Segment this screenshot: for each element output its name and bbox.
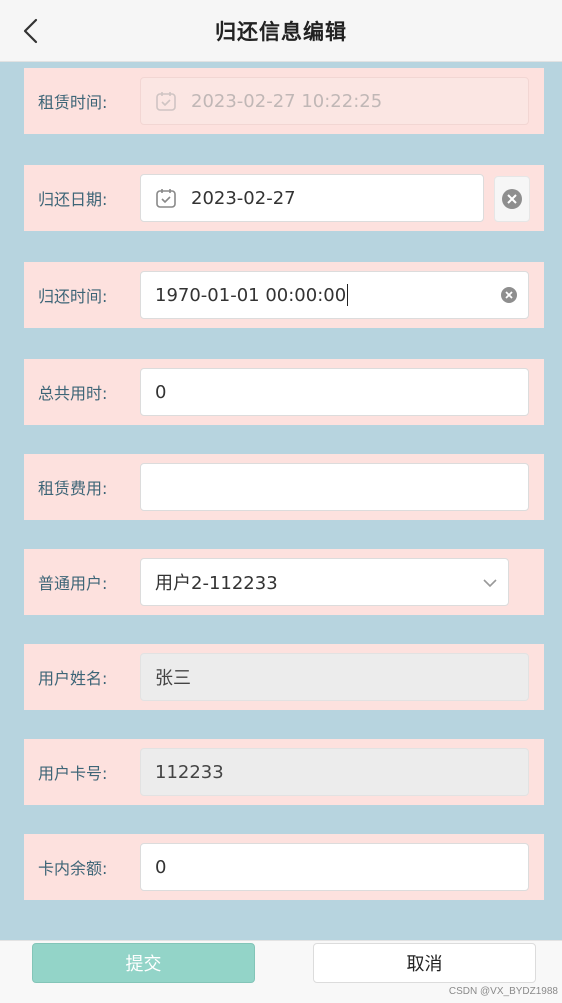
return-time-row: 归还时间: 1970-01-01 00:00:00 <box>24 262 544 328</box>
return-edit-form: 租赁时间: 2023-02-27 10:22:25 归还日期: 2023-02-… <box>0 62 562 940</box>
chevron-down-icon <box>483 579 497 588</box>
user-select-value: 用户2-112233 <box>155 573 278 594</box>
card-no-field: 112233 <box>140 748 529 796</box>
clear-date-button[interactable] <box>494 176 530 222</box>
rent-fee-label: 租赁费用: <box>38 479 108 498</box>
return-date-picker[interactable]: 2023-02-27 <box>140 174 484 222</box>
card-no-label: 用户卡号: <box>38 764 108 783</box>
total-time-row: 总共用时: 0 <box>24 359 544 425</box>
return-time-input[interactable]: 1970-01-01 00:00:00 <box>140 271 529 319</box>
back-button[interactable] <box>16 14 44 48</box>
total-time-input[interactable]: 0 <box>140 368 529 416</box>
total-time-label: 总共用时: <box>38 384 108 403</box>
rent-fee-row: 租赁费用: <box>24 454 544 520</box>
watermark: CSDN @VX_BYDZ1988 <box>448 986 558 997</box>
return-date-label: 归还日期: <box>38 190 108 209</box>
user-select[interactable]: 用户2-112233 <box>140 558 509 606</box>
user-label: 普通用户: <box>38 574 108 593</box>
rent-time-row: 租赁时间: 2023-02-27 10:22:25 <box>24 68 544 134</box>
calendar-icon <box>155 187 177 209</box>
clear-icon <box>502 189 522 209</box>
return-date-row: 归还日期: 2023-02-27 <box>24 165 544 231</box>
cancel-button[interactable]: 取消 <box>313 943 536 983</box>
user-name-row: 用户姓名: 张三 <box>24 644 544 710</box>
rent-time-value: 2023-02-27 10:22:25 <box>191 90 383 112</box>
submit-button[interactable]: 提交 <box>32 943 255 983</box>
return-time-value: 1970-01-01 00:00:00 <box>155 284 347 306</box>
rent-fee-input[interactable] <box>140 463 529 511</box>
balance-row: 卡内余额: 0 <box>24 834 544 900</box>
app-header: 归还信息编辑 <box>0 0 562 62</box>
return-date-value: 2023-02-27 <box>191 187 296 209</box>
text-caret <box>347 284 349 306</box>
rent-time-field: 2023-02-27 10:22:25 <box>140 77 529 125</box>
user-name-field: 张三 <box>140 653 529 701</box>
user-row: 普通用户: 用户2-112233 <box>24 549 544 615</box>
calendar-icon <box>155 90 177 112</box>
chevron-left-icon <box>23 18 38 44</box>
balance-label: 卡内余额: <box>38 859 108 878</box>
page-title: 归还信息编辑 <box>215 19 347 44</box>
balance-input[interactable]: 0 <box>140 843 529 891</box>
rent-time-label: 租赁时间: <box>38 93 108 112</box>
return-time-label: 归还时间: <box>38 287 108 306</box>
card-no-row: 用户卡号: 112233 <box>24 739 544 805</box>
clear-icon[interactable] <box>500 286 518 304</box>
user-name-label: 用户姓名: <box>38 669 108 688</box>
